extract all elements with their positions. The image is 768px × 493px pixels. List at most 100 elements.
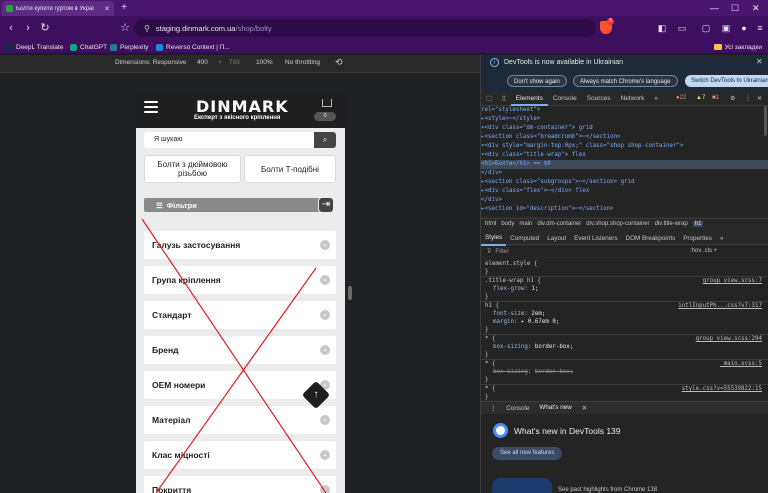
css-source-link[interactable]: group_view.scss:7 (703, 277, 762, 285)
styles-tab[interactable]: Styles (481, 232, 507, 246)
address-bar[interactable]: ⚲ staging.dinmark.com.ua/shop/bolty (134, 19, 596, 37)
css-declaration[interactable]: font-size: 2em; (493, 310, 545, 318)
dom-scrollbar[interactable] (764, 106, 767, 136)
css-declaration[interactable]: box-sizing: border-box; (493, 368, 573, 376)
tab-close-icon[interactable]: ✕ (104, 5, 114, 13)
tab-sources[interactable]: Sources (582, 92, 616, 106)
bookmark-item[interactable]: Reverso Context | П... (156, 41, 230, 53)
highlight-card-text[interactable]: See past highlights from Chrome 138 (558, 487, 657, 493)
styles-tab[interactable]: Properties (679, 233, 716, 245)
device-toggle-icon[interactable]: ▯ (497, 92, 511, 106)
browser-tab[interactable]: Болти купити гуртом в Украї ✕ (2, 1, 114, 16)
height-input[interactable]: 788 (229, 59, 240, 66)
css-selector[interactable]: .title-wrap h1 { (485, 277, 541, 285)
breadcrumb-item[interactable]: div.dm-container (537, 221, 581, 227)
css-declaration[interactable]: box-sizing: border-box; (493, 343, 573, 351)
issue-count[interactable]: ■1 (712, 95, 719, 101)
resize-handle[interactable] (348, 286, 352, 300)
css-source-link[interactable]: style.css?v=55539822:15 (682, 385, 762, 393)
menu-icon[interactable]: ≡ (754, 22, 766, 34)
zoom-select[interactable]: 100% (256, 59, 273, 66)
dom-node[interactable]: ▾<div class="title-wrap"> flex (481, 151, 768, 160)
dom-node[interactable]: ▾<div style="margin-top:0px;" class="sho… (481, 142, 768, 151)
drawer-tab-close-icon[interactable]: ✕ (579, 402, 590, 415)
tab-network[interactable]: Network (616, 92, 650, 106)
extension-icon[interactable]: ◧ (656, 22, 668, 34)
more-tabs-button[interactable]: » (649, 92, 663, 106)
styles-tab[interactable]: Event Listeners (570, 233, 621, 245)
dom-node[interactable]: </div> (481, 169, 768, 178)
dimensions-select[interactable]: Dimensions: Responsive (115, 59, 187, 66)
dom-node[interactable]: ▸<section class="breadcrumb">⋯</section> (481, 133, 768, 142)
dom-node[interactable]: ▾<div class="dm-container"> grid (481, 124, 768, 133)
drawer-tab-console[interactable]: Console (503, 402, 532, 415)
breadcrumb-item[interactable]: div.shop.shop-container (586, 221, 649, 227)
highlight-card-image[interactable] (492, 478, 552, 493)
error-count[interactable]: ●22 (676, 95, 686, 101)
css-selector[interactable]: h1 { (485, 302, 499, 310)
dont-show-again-button[interactable]: Don't show again (507, 75, 567, 87)
reload-button[interactable]: ↻ (38, 21, 52, 35)
forward-button[interactable]: › (21, 21, 35, 35)
wallet-icon[interactable]: ▣ (720, 22, 732, 34)
new-tab-button[interactable]: + (118, 2, 130, 14)
dom-node[interactable]: <h1>Болти</h1> == $0 (481, 160, 768, 169)
dom-node[interactable]: ▸<div class="flex">⋯</div> flex (481, 187, 768, 196)
css-selector[interactable]: element.style { (485, 260, 537, 268)
drawer-menu-icon[interactable]: ⋮ (487, 402, 499, 415)
dom-node[interactable]: ▸<style>⋯</style> (481, 115, 768, 124)
bookmark-item[interactable]: DeepL Translate (6, 41, 63, 53)
dom-node[interactable]: rel="stylesheet"> (481, 106, 768, 115)
switch-language-button[interactable]: Switch DevTools to Ukrainian (685, 75, 768, 87)
css-source-link[interactable]: group_view.scss:294 (696, 335, 762, 343)
bookmark-star-icon[interactable]: ☆ (118, 21, 132, 35)
see-all-features-button[interactable]: See all new features (492, 447, 563, 460)
styles-filter[interactable]: ⊽ Filter (481, 246, 768, 257)
kebab-menu-icon[interactable]: ⋮ (745, 95, 751, 102)
infobar-close-icon[interactable]: ✕ (756, 57, 763, 66)
throttling-select[interactable]: No throttling (285, 59, 320, 66)
dom-node[interactable]: ▸<section class="subgroups">⋯</section> … (481, 178, 768, 187)
css-source-link[interactable]: _main.scss:5 (720, 360, 762, 368)
css-source-link[interactable]: intlInputPh...css?v7:317 (678, 302, 762, 310)
css-declaration[interactable]: flex-grow: 1; (493, 285, 538, 293)
styles-tab[interactable]: Computed (506, 233, 543, 245)
minimize-button[interactable]: — (710, 0, 719, 16)
css-declaration[interactable]: margin: ▸ 0.67em 0; (493, 318, 559, 326)
bookmark-item[interactable]: ChatGPT (70, 41, 107, 53)
filter-input[interactable]: Filter (495, 249, 508, 255)
breadcrumb-item[interactable]: h1 (692, 221, 704, 227)
devtools-close-icon[interactable]: ✕ (757, 95, 762, 102)
dom-node[interactable]: ▸<section id="description">⋯</section> (481, 205, 768, 214)
warning-count[interactable]: ▲7 (696, 95, 705, 101)
tab-strip (0, 0, 768, 16)
styles-filter-actions[interactable]: :hov .cls + (690, 248, 717, 254)
maximize-button[interactable]: ☐ (731, 0, 739, 16)
width-input[interactable]: 400 (197, 59, 208, 66)
profile-icon[interactable]: ● (738, 22, 750, 34)
css-selector[interactable]: * { (485, 385, 495, 393)
bookmark-item[interactable]: Perplexity (110, 41, 149, 53)
styles-tab[interactable]: DOM Breakpoints (622, 233, 680, 245)
tab-elements[interactable]: Elements (510, 92, 548, 106)
dom-node[interactable]: </div> (481, 196, 768, 205)
close-window-button[interactable]: ✕ (752, 0, 760, 16)
all-bookmarks-button[interactable]: Усі закладки (713, 41, 762, 53)
breadcrumb-item[interactable]: main (519, 221, 532, 227)
breadcrumb-item[interactable]: html (485, 221, 496, 227)
css-selector[interactable]: * { (485, 335, 495, 343)
settings-gear-icon[interactable]: ⚙ (730, 95, 735, 102)
site-info-icon[interactable]: ⚲ (144, 24, 150, 33)
rotate-icon[interactable]: ⟲ (335, 57, 343, 68)
sidebar-toggle-icon[interactable]: ▭ (676, 22, 688, 34)
back-button[interactable]: ‹ (4, 21, 18, 35)
vpn-icon[interactable]: ▢ (700, 22, 712, 34)
styles-tab[interactable]: » (716, 233, 728, 245)
styles-tab[interactable]: Layout (543, 233, 570, 245)
breadcrumb-item[interactable]: div.title-wrap (655, 221, 688, 227)
inspect-element-icon[interactable]: ⬚ (481, 92, 497, 106)
breadcrumb-item[interactable]: body (501, 221, 514, 227)
match-language-button[interactable]: Always match Chrome's language (573, 75, 678, 87)
tab-console[interactable]: Console (548, 92, 582, 106)
css-selector[interactable]: * { (485, 360, 495, 368)
